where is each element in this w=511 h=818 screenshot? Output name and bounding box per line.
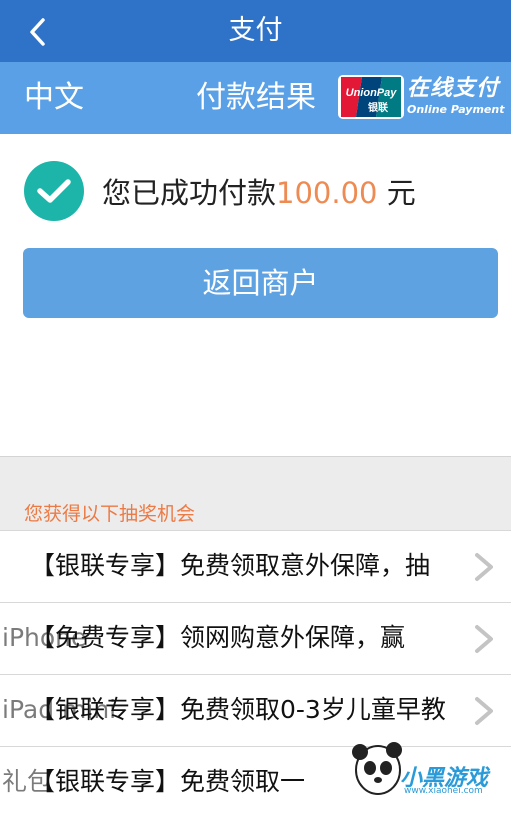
unionpay-logo-cn: 银联 <box>368 101 388 114</box>
success-message: 您已成功付款100.00 元 <box>102 172 416 214</box>
online-payment-badge: 在线支付 Online Payment <box>407 75 507 117</box>
chevron-right-icon <box>475 553 493 581</box>
online-payment-cn: 在线支付 <box>407 76 500 101</box>
lottery-item-text: 【银联专享】免费领取一 <box>30 767 306 796</box>
page-title: 支付 <box>228 15 283 46</box>
unionpay-logo: UnionPay 银联 <box>338 75 404 119</box>
lottery-item[interactable]: 【银联专享】免费领取意外保障，抽 <box>0 530 511 602</box>
lottery-section-label: 您获得以下抽奖机会 <box>24 503 196 525</box>
lottery-item-text: 【银联专享】免费领取0-3岁儿童早教 <box>30 695 446 724</box>
watermark-url: www.xiaohei.com <box>404 786 483 796</box>
online-payment-en: Online Payment <box>407 103 505 116</box>
top-navigation-bar: 支付 <box>0 0 511 62</box>
payment-result-title: 付款结果 <box>196 80 316 115</box>
chevron-right-icon <box>475 625 493 653</box>
paid-amount: 100.00 <box>276 176 378 210</box>
unionpay-logo-text: UnionPay <box>346 87 398 99</box>
currency-unit: 元 <box>386 176 416 210</box>
language-toggle[interactable]: 中文 <box>24 76 84 120</box>
section-divider <box>0 456 511 457</box>
payment-subheader: 中文 付款结果 UnionPay 银联 在线支付 Online Payment <box>0 62 511 134</box>
return-to-merchant-button[interactable]: 返回商户 <box>23 248 498 318</box>
lottery-item[interactable]: iPhone 【免费专享】领网购意外保障，赢 <box>0 602 511 674</box>
success-prefix: 您已成功付款 <box>102 176 277 210</box>
lottery-item-text: 【银联专享】免费领取意外保障，抽 <box>30 551 431 580</box>
chevron-right-icon <box>475 697 493 725</box>
success-check-icon <box>24 161 84 221</box>
lottery-item-text: 【免费专享】领网购意外保障，赢 <box>30 623 406 652</box>
payment-success-panel: 您已成功付款100.00 元 返回商户 <box>0 134 511 456</box>
